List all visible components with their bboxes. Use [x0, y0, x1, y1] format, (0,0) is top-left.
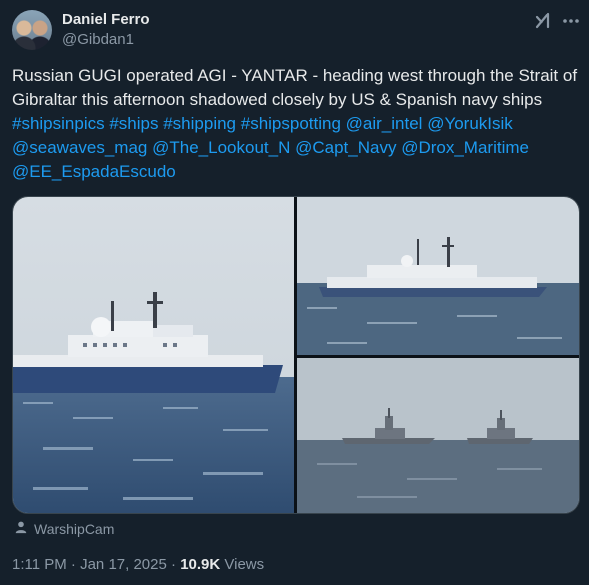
person-icon — [14, 520, 28, 537]
hashtag-link[interactable]: #shipspotting — [241, 114, 341, 133]
mention-link[interactable]: @EE_EspadaEscudo — [12, 162, 176, 181]
media-grid — [12, 196, 580, 514]
media-image-yantar[interactable] — [13, 197, 294, 513]
grok-icon[interactable] — [532, 10, 554, 32]
separator: · — [171, 556, 177, 573]
tweet-time[interactable]: 1:11 PM — [12, 556, 67, 573]
more-icon[interactable] — [560, 10, 582, 32]
hashtag-link[interactable]: #shipping — [163, 114, 236, 133]
mention-link[interactable]: @Drox_Maritime — [401, 138, 529, 157]
views-count: 10.9K — [180, 556, 221, 573]
tweet-text: Russian GUGI operated AGI - YANTAR - hea… — [12, 64, 582, 184]
separator: · — [70, 556, 76, 573]
mention-link[interactable]: @air_intel — [346, 114, 423, 133]
media-image-ship-distance[interactable] — [297, 197, 579, 355]
media-image-navy-ships[interactable] — [297, 358, 579, 513]
mention-link[interactable]: @Capt_Navy — [295, 138, 396, 157]
tweet-date[interactable]: Jan 17, 2025 — [80, 556, 167, 573]
tweet-body: Russian GUGI operated AGI - YANTAR - hea… — [12, 66, 578, 109]
tweet-meta: 1:11 PM · Jan 17, 2025 · 10.9K Views — [12, 556, 264, 573]
mention-link[interactable]: @seawaves_mag — [12, 138, 147, 157]
media-source[interactable]: WarshipCam — [14, 520, 114, 537]
hashtag-link[interactable]: #shipsinpics — [12, 114, 105, 133]
views-label: Views — [224, 556, 265, 573]
avatar[interactable] — [12, 10, 52, 50]
hashtag-link[interactable]: #ships — [109, 114, 158, 133]
display-name[interactable]: Daniel Ferro — [62, 11, 150, 28]
tweet-card: Daniel Ferro @Gibdan1 Russian GUGI opera… — [0, 0, 589, 585]
source-label: WarshipCam — [34, 520, 115, 537]
mention-link[interactable]: @YorukIsik — [427, 114, 513, 133]
mention-link[interactable]: @The_Lookout_N — [152, 138, 290, 157]
user-handle[interactable]: @Gibdan1 — [62, 31, 134, 48]
